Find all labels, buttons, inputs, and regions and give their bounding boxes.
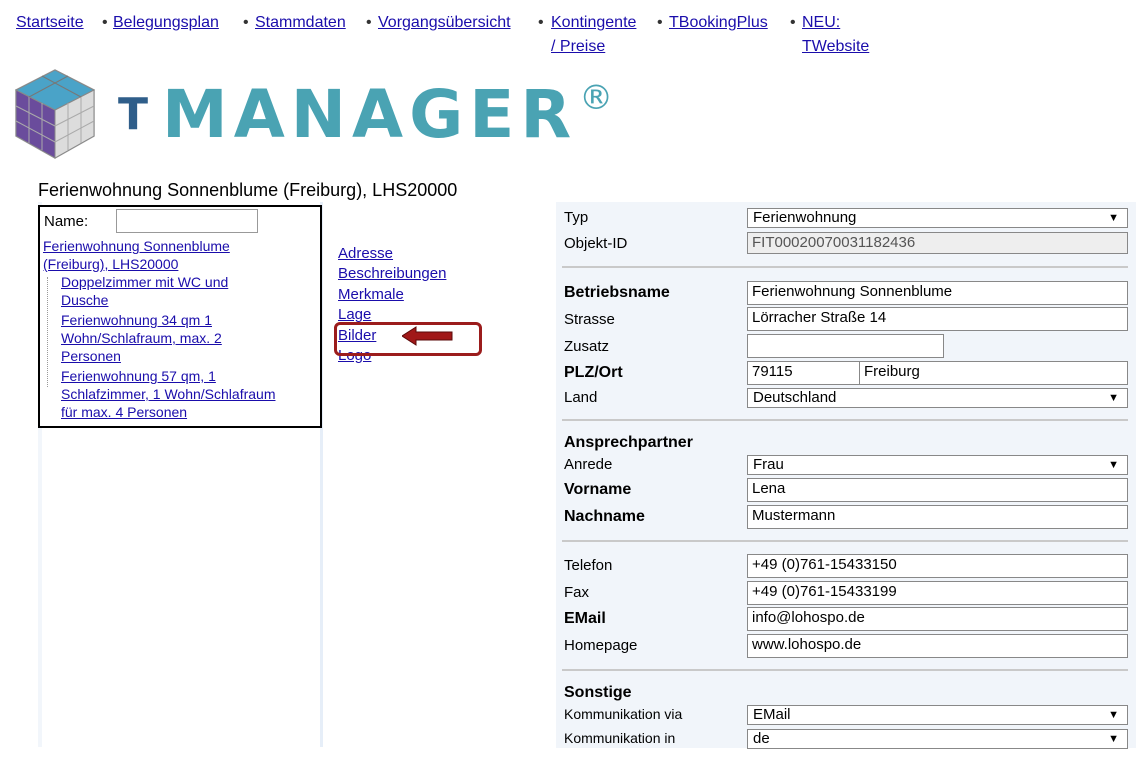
nav-separator: • <box>366 14 372 31</box>
kommunikation-in-label: Kommunikation in <box>564 730 676 746</box>
plz-ort-label: PLZ/Ort <box>564 364 623 381</box>
nav-separator: • <box>657 14 663 31</box>
tree-child-item[interactable]: Wohn/Schlafraum, max. 2 <box>61 329 222 347</box>
tree-child-item[interactable]: Dusche <box>61 291 108 309</box>
logo-cube-icon <box>14 69 96 159</box>
section-link-adresse[interactable]: Adresse <box>338 245 393 262</box>
page-title: Ferienwohnung Sonnenblume (Freiburg), LH… <box>38 178 1136 202</box>
telefon-field[interactable]: +49 (0)761-15433150 <box>747 554 1128 578</box>
typ-select[interactable]: Ferienwohnung ▼ <box>747 208 1128 228</box>
nav-neu[interactable]: NEU: <box>802 10 840 36</box>
land-label: Land <box>564 389 598 406</box>
tree-connector <box>47 277 49 387</box>
homepage-label: Homepage <box>564 637 638 654</box>
typ-value: Ferienwohnung <box>753 209 857 226</box>
logo-wordmark: T MANAGER® <box>118 76 620 153</box>
name-label: Name: <box>44 213 89 230</box>
kommunikation-via-label: Kommunikation via <box>564 706 683 722</box>
nav-twebsite[interactable]: TWebsite <box>802 34 869 60</box>
nav-belegungsplan[interactable]: Belegungsplan <box>113 10 219 36</box>
nachname-label: Nachname <box>564 508 645 525</box>
nav-tbookingplus[interactable]: TBookingPlus <box>669 10 768 36</box>
ort-field[interactable]: Freiburg <box>859 361 1128 385</box>
land-select[interactable]: Deutschland ▼ <box>747 388 1128 408</box>
nav-separator: • <box>243 14 249 31</box>
plz-field[interactable]: 79115 <box>747 361 860 385</box>
objekt-id-field: FIT00020070031182436 <box>747 232 1128 254</box>
email-field[interactable]: info@lohospo.de <box>747 607 1128 631</box>
name-filter-input[interactable] <box>116 209 258 233</box>
dropdown-arrow-icon: ▼ <box>1108 733 1119 745</box>
kommunikation-in-select[interactable]: de ▼ <box>747 729 1128 749</box>
fax-field[interactable]: +49 (0)761-15433199 <box>747 581 1128 605</box>
divider <box>562 669 1128 671</box>
section-link-lage[interactable]: Lage <box>338 306 371 323</box>
tree-child-item[interactable]: Schlafzimmer, 1 Wohn/Schlafraum <box>61 385 276 403</box>
tree-child-item[interactable]: Personen <box>61 347 121 365</box>
ansprechpartner-heading: Ansprechpartner <box>564 434 693 451</box>
nav-separator: • <box>790 14 796 31</box>
dropdown-arrow-icon: ▼ <box>1108 459 1119 471</box>
divider <box>562 419 1128 421</box>
homepage-field[interactable]: www.lohospo.de <box>747 634 1128 658</box>
land-value: Deutschland <box>753 389 837 406</box>
tree-child-item[interactable]: Ferienwohnung 34 qm 1 <box>61 311 212 329</box>
tree-child-item[interactable]: Doppelzimmer mit WC und <box>61 273 228 291</box>
tree-child-item[interactable]: Ferienwohnung 57 qm, 1 <box>61 367 216 385</box>
betriebsname-field[interactable]: Ferienwohnung Sonnenblume <box>747 281 1128 305</box>
zusatz-field[interactable] <box>747 334 944 358</box>
section-link-merkmale[interactable]: Merkmale <box>338 286 404 303</box>
anrede-select[interactable]: Frau ▼ <box>747 455 1128 475</box>
typ-label: Typ <box>564 209 589 226</box>
fax-label: Fax <box>564 584 590 601</box>
tree-root-item[interactable]: (Freiburg), LHS20000 <box>43 255 178 273</box>
tree-root-item[interactable]: Ferienwohnung Sonnenblume <box>43 237 230 255</box>
nav-separator: • <box>538 14 544 31</box>
nav-startseite[interactable]: Startseite <box>16 10 84 36</box>
dropdown-arrow-icon: ▼ <box>1108 212 1119 224</box>
vorname-label: Vorname <box>564 481 632 498</box>
strasse-field[interactable]: Lörracher Straße 14 <box>747 307 1128 331</box>
betriebsname-label: Betriebsname <box>564 284 670 301</box>
dropdown-arrow-icon: ▼ <box>1108 392 1119 404</box>
nachname-field[interactable]: Mustermann <box>747 505 1128 529</box>
dropdown-arrow-icon: ▼ <box>1108 709 1119 721</box>
nav-stammdaten[interactable]: Stammdaten <box>255 10 346 36</box>
sonstige-heading: Sonstige <box>564 684 632 701</box>
nav-vorgangsuebersicht[interactable]: Vorgangsübersicht <box>378 10 511 36</box>
objekt-id-label: Objekt-ID <box>564 235 628 252</box>
kommunikation-in-value: de <box>753 730 770 747</box>
kommunikation-via-select[interactable]: EMail ▼ <box>747 705 1128 725</box>
tmanager-logo: T MANAGER® <box>8 66 628 166</box>
section-link-beschreibungen[interactable]: Beschreibungen <box>338 265 446 282</box>
arrow-left-icon <box>402 326 453 346</box>
tree-child-item[interactable]: für max. 4 Personen <box>61 403 187 421</box>
email-label: EMail <box>564 610 606 627</box>
nav-kontingente-preise[interactable]: / Preise <box>551 34 605 60</box>
kommunikation-via-value: EMail <box>753 706 791 723</box>
zusatz-label: Zusatz <box>564 338 610 355</box>
telefon-label: Telefon <box>564 557 613 574</box>
anrede-label: Anrede <box>564 456 613 473</box>
object-tree: Name: Ferienwohnung Sonnenblume (Freibur… <box>38 205 322 428</box>
divider <box>562 266 1128 268</box>
nav-separator: • <box>102 14 108 31</box>
nav-kontingente[interactable]: Kontingente <box>551 10 636 36</box>
divider <box>562 540 1128 542</box>
anrede-value: Frau <box>753 456 784 473</box>
strasse-label: Strasse <box>564 311 615 328</box>
vorname-field[interactable]: Lena <box>747 478 1128 502</box>
